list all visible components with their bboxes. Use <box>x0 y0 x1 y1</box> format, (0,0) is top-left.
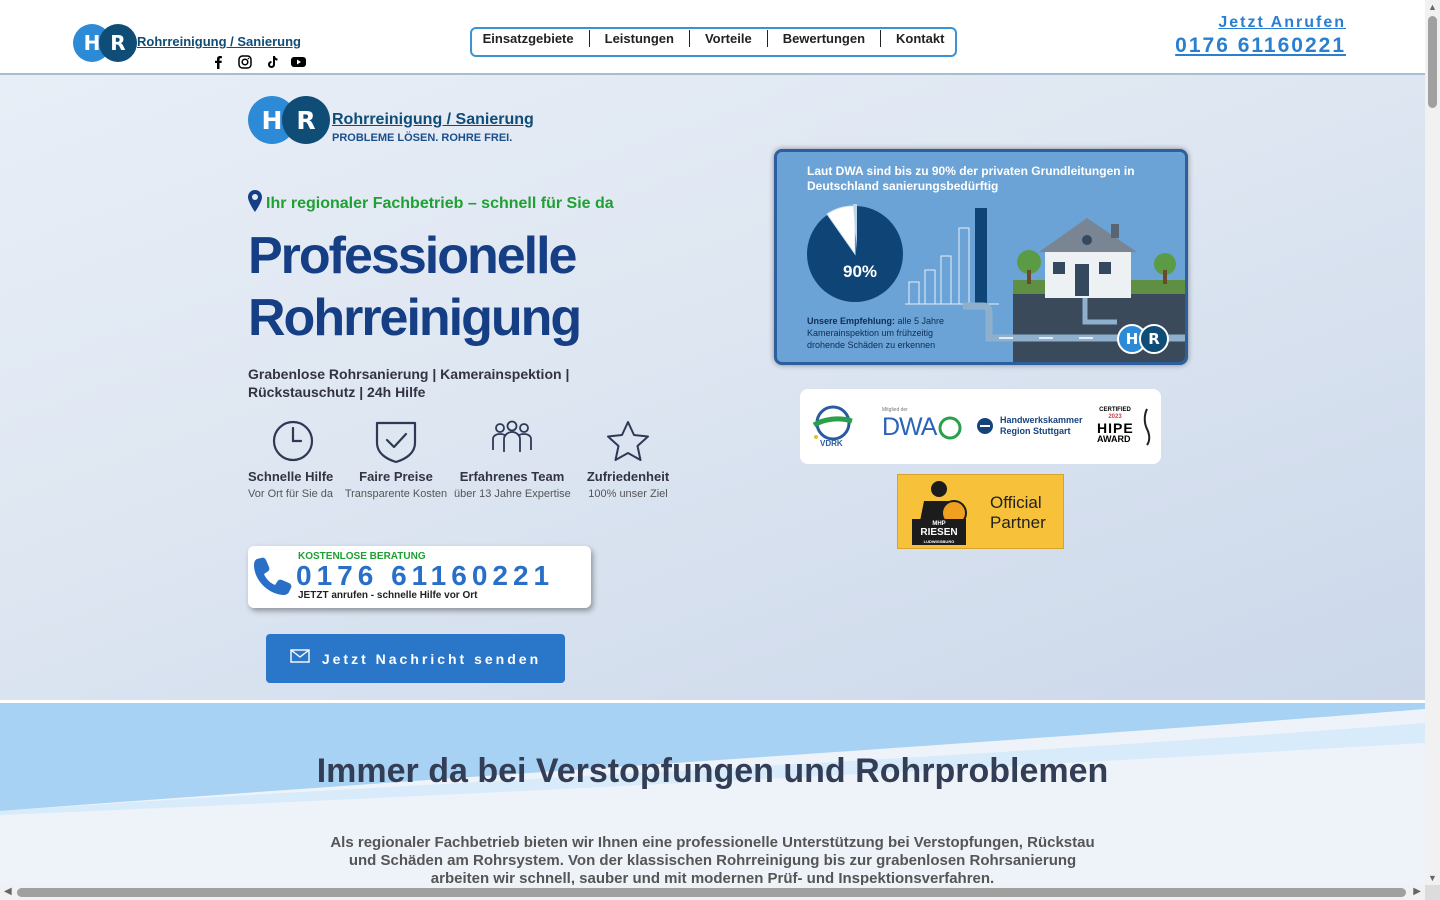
nav-einsatzgebiete[interactable]: Einsatzgebiete <box>468 30 589 47</box>
star-icon <box>606 420 650 466</box>
feature-item: Zufriedenheit 100% unser Ziel <box>570 420 686 500</box>
hwk-logo: Handwerkskammer Region Stuttgart <box>976 415 1083 437</box>
team-icon <box>490 420 534 466</box>
hwk-line1: Handwerkskammer <box>1000 415 1083 425</box>
clock-icon <box>272 420 314 466</box>
youtube-icon[interactable] <box>289 52 308 71</box>
scroll-down-arrow-icon[interactable]: ▼ <box>1428 873 1437 883</box>
feature-sub: 100% unser Ziel <box>588 488 668 500</box>
horizontal-scroll-thumb[interactable] <box>17 888 1406 897</box>
official-partner-badge: MHP RIESEN LUDWIGSBURG Official Partner <box>897 474 1064 549</box>
call-phone-number[interactable]: 0176 61160221 <box>296 560 554 592</box>
hero-logo: H R Rohrreinigung / Sanierung PROBLEME L… <box>248 96 534 144</box>
dwa-infographic: Laut DWA sind bis zu 90% der privaten Gr… <box>774 149 1188 365</box>
nav-leistungen[interactable]: Leistungen <box>588 30 689 47</box>
vertical-scrollbar[interactable]: ▲ ▼ <box>1425 0 1440 885</box>
feature-sub: über 13 Jahre Expertise <box>454 488 571 500</box>
call-cta-text: JETZT anrufen - schnelle Hilfe vor Ort <box>298 590 478 601</box>
hipe-award-logo: CERTIFIED 2023 HIPE AWARD <box>1097 407 1153 449</box>
feature-list: Schnelle Hilfe Vor Ort für Sie da Faire … <box>248 420 686 500</box>
send-message-label: Jetzt Nachricht senden <box>321 650 542 667</box>
header-logo[interactable]: H R Rohrreinigung / Sanierung <box>73 24 306 69</box>
call-cta-box[interactable]: KOSTENLOSE BERATUNG 0176 61160221 JETZT … <box>248 546 591 608</box>
logo-r: R <box>99 24 137 62</box>
feature-title: Zufriedenheit <box>586 469 670 484</box>
infographic-percent: 90% <box>843 262 878 281</box>
nav-bewertungen[interactable]: Bewertungen <box>766 30 880 47</box>
recommendation-label: Unsere Empfehlung: <box>807 316 896 326</box>
scrollbar-corner <box>1425 885 1440 900</box>
hero-headline: Professionelle Rohrreinigung <box>248 227 582 347</box>
vertical-scroll-thumb[interactable] <box>1428 16 1437 108</box>
official-partner-line1: Official <box>990 493 1042 512</box>
scroll-right-arrow-icon[interactable]: ▶ <box>1413 886 1421 897</box>
feature-title: Faire Preise <box>359 469 433 484</box>
phone-icon <box>252 556 292 601</box>
intro-heading: Immer da bei Verstopfungen und Rohrprobl… <box>316 752 1109 790</box>
dwa-logo: Mitglied der DWA <box>882 407 962 442</box>
feature-sub: Transparente Kosten <box>344 488 448 500</box>
hero-subline: Grabenlose Rohrsanierung | Kamerainspekt… <box>248 366 570 400</box>
vdrk-logo: VDRK <box>808 401 858 451</box>
feature-title: Erfahrenes Team <box>459 469 565 484</box>
call-now-link[interactable]: Jetzt Anrufen <box>1175 14 1346 32</box>
tiktok-icon[interactable] <box>262 52 281 71</box>
instagram-icon[interactable] <box>235 52 254 71</box>
logo-mark: H R <box>73 24 139 62</box>
map-pin-icon <box>248 190 262 217</box>
hero-section: H R Rohrreinigung / Sanierung PROBLEME L… <box>0 75 1425 700</box>
official-partner-text: Official Partner <box>990 493 1046 533</box>
intro-section: Immer da bei Verstopfungen und Rohrprobl… <box>0 703 1425 900</box>
hipe-certified: CERTIFIED <box>1099 407 1131 413</box>
official-partner-line2: Partner <box>990 513 1046 532</box>
vdrk-text: VDRK <box>820 439 843 448</box>
facebook-icon[interactable] <box>208 52 227 71</box>
header-call: Jetzt Anrufen 0176 61160221 <box>1175 14 1346 58</box>
site-header: H R Rohrreinigung / Sanierung Einsatzgeb… <box>0 0 1425 75</box>
horizontal-scrollbar[interactable]: ◀ ▶ <box>0 885 1425 900</box>
partner-logos: VDRK Mitglied der DWA Handwerkskammer Re… <box>800 389 1161 464</box>
hwk-line2: Region Stuttgart <box>1000 426 1071 436</box>
nav-vorteile[interactable]: Vorteile <box>688 30 767 47</box>
infographic-recommendation: Unsere Empfehlung: alle 5 Jahre Kamerain… <box>807 315 957 351</box>
logo-brand-text: Rohrreinigung / Sanierung <box>137 34 301 49</box>
hero-logo-mark: H R <box>248 96 330 144</box>
hero-logo-r: R <box>282 96 330 144</box>
mail-icon <box>290 649 310 668</box>
intro-paragraph: Als regionaler Fachbetrieb bieten wir Ih… <box>330 834 1095 887</box>
social-links <box>208 52 308 71</box>
riesen-name: RIESEN <box>920 527 958 538</box>
hero-tagline: Ihr regionaler Fachbetrieb – schnell für… <box>248 190 614 217</box>
infographic-title: Laut DWA sind bis zu 90% der privaten Gr… <box>807 164 1135 193</box>
feature-sub: Vor Ort für Sie da <box>248 488 333 500</box>
feature-item: Faire Preise Transparente Kosten <box>338 420 454 500</box>
scroll-up-arrow-icon[interactable]: ▲ <box>1428 2 1437 12</box>
riesen-city: LUDWIGSBURG <box>923 539 955 544</box>
scroll-left-arrow-icon[interactable]: ◀ <box>4 886 12 897</box>
send-message-button[interactable]: Jetzt Nachricht senden <box>266 634 565 683</box>
feature-item: Erfahrenes Team über 13 Jahre Expertise <box>454 420 571 500</box>
hero-logo-slogan: PROBLEME LÖSEN. ROHRE FREI. <box>332 132 513 144</box>
nav-kontakt[interactable]: Kontakt <box>880 30 959 47</box>
infographic-logo-r: R <box>1139 324 1169 354</box>
shield-check-icon <box>375 420 417 466</box>
main-nav: Einsatzgebiete Leistungen Vorteile Bewer… <box>470 27 957 57</box>
feature-title: Schnelle Hilfe <box>248 469 334 484</box>
riesen-logo: MHP RIESEN LUDWIGSBURG <box>908 479 970 545</box>
header-phone-link[interactable]: 0176 61160221 <box>1175 34 1346 58</box>
tagline-text: Ihr regionaler Fachbetrieb – schnell für… <box>266 194 614 212</box>
infographic-logo: H R <box>1117 324 1177 356</box>
feature-item: Schnelle Hilfe Vor Ort für Sie da <box>248 420 338 500</box>
hero-logo-brand: Rohrreinigung / Sanierung <box>332 111 534 128</box>
dwa-text: DWA <box>882 413 937 441</box>
